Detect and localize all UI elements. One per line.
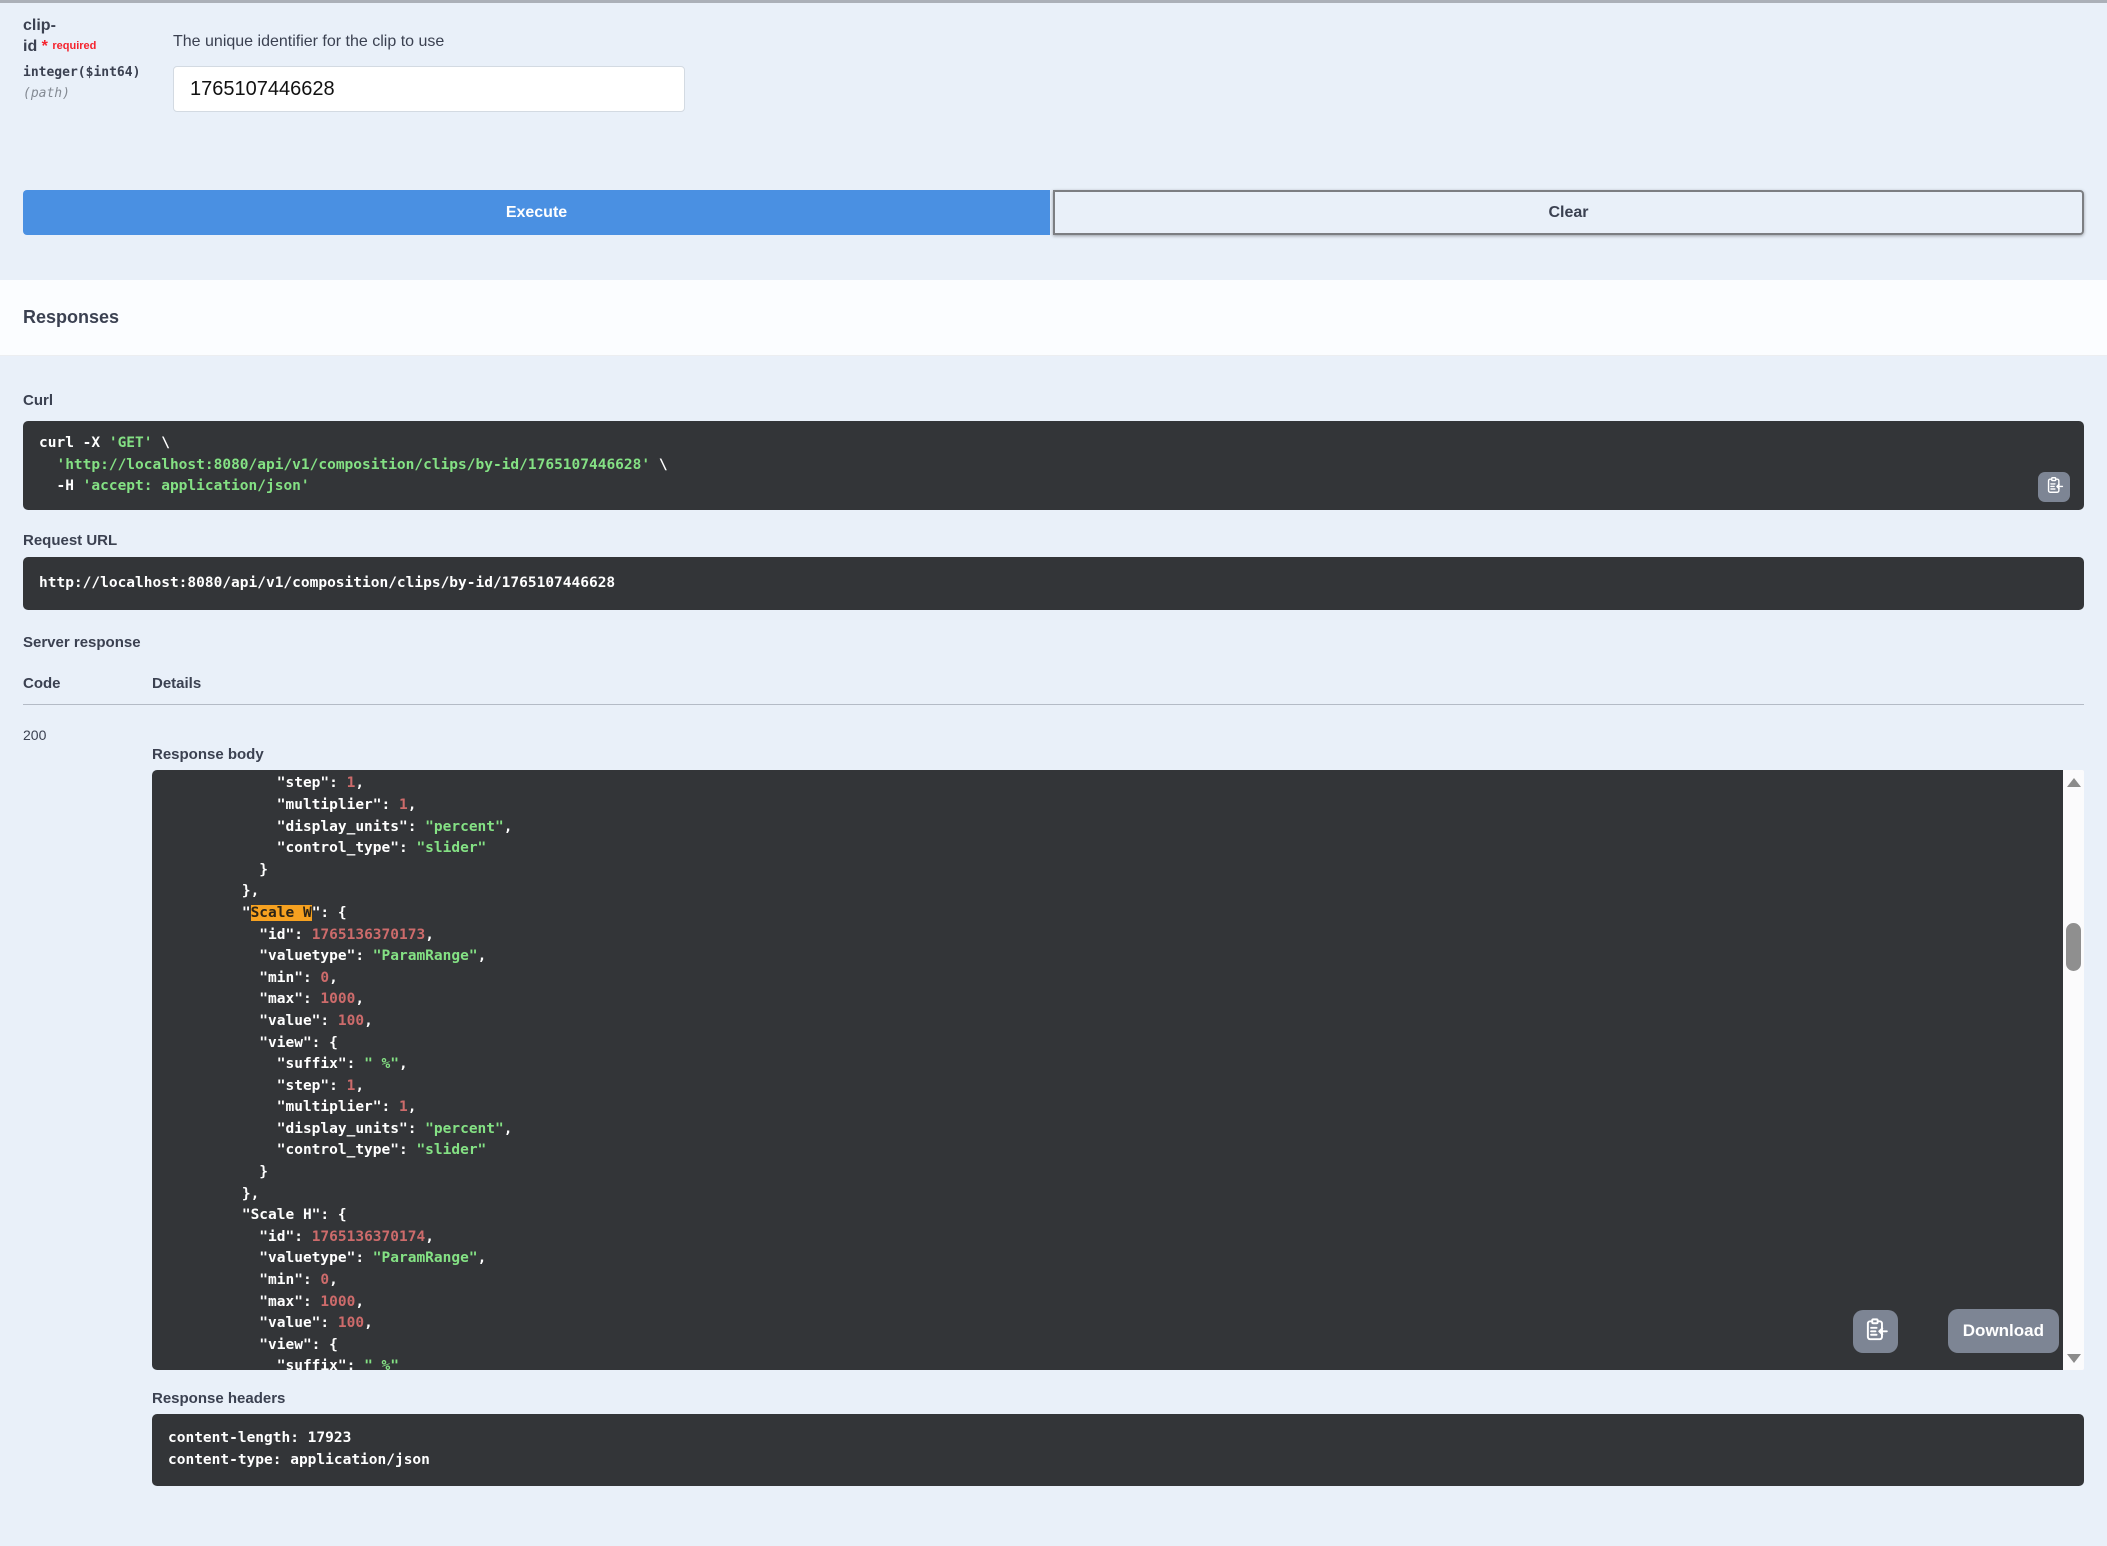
response-body-code-block: "step": 1, "multiplier": 1, "display_uni… bbox=[152, 770, 2063, 1371]
responses-header-band: Responses bbox=[0, 280, 2107, 356]
required-label: required bbox=[52, 40, 97, 52]
parameter-name: clip- id * required bbox=[23, 15, 173, 57]
code-column-header: Code bbox=[23, 675, 61, 693]
response-headers-block: content-length: 17923 content-type: appli… bbox=[152, 1414, 2084, 1486]
server-response-table: Code Details 200 Response body "step": 1… bbox=[23, 675, 2084, 1486]
parameter-location: (path) bbox=[23, 86, 70, 101]
scrollbar-thumb[interactable] bbox=[2066, 923, 2081, 972]
server-response-label: Server response bbox=[23, 634, 141, 652]
responses-content: Curl curl -X 'GET' \ 'http://localhost:8… bbox=[0, 392, 2107, 1486]
copy-response-button[interactable] bbox=[1853, 1310, 1898, 1354]
curl-label: Curl bbox=[23, 392, 53, 409]
response-body-wrap: "step": 1, "multiplier": 1, "display_uni… bbox=[152, 770, 2084, 1371]
required-star: * bbox=[41, 38, 48, 55]
clear-button[interactable]: Clear bbox=[1053, 190, 2084, 235]
clip-id-input[interactable] bbox=[173, 66, 685, 112]
copy-to-clipboard-icon bbox=[2045, 476, 2064, 498]
status-code: 200 bbox=[23, 727, 47, 744]
table-row: 200 Response body "step": 1, "multiplier… bbox=[23, 705, 2084, 1486]
response-body-scrollbar[interactable] bbox=[2063, 770, 2084, 1371]
request-url-value: http://localhost:8080/api/v1/composition… bbox=[39, 574, 616, 591]
details-column-header: Details bbox=[152, 675, 202, 693]
curl-command: curl -X 'GET' \ 'http://localhost:8080/a… bbox=[39, 435, 668, 495]
copy-to-clipboard-icon bbox=[1863, 1317, 1889, 1346]
execute-row: Execute Clear bbox=[23, 190, 2084, 235]
response-body-label: Response body bbox=[152, 746, 264, 764]
parameter-type: integer($int64) bbox=[23, 65, 141, 80]
scrollbar-down-arrow[interactable] bbox=[2063, 1348, 2084, 1368]
download-button[interactable]: Download bbox=[1947, 1309, 2059, 1354]
parameter-name-line2: id bbox=[23, 38, 38, 55]
swagger-operation-panel: clip- id * required integer($int64) (pat… bbox=[0, 0, 2107, 1546]
curl-code-block: curl -X 'GET' \ 'http://localhost:8080/a… bbox=[23, 421, 2084, 510]
responses-title: Responses bbox=[23, 307, 120, 327]
copy-curl-button[interactable] bbox=[2038, 471, 2070, 502]
request-url-label: Request URL bbox=[23, 531, 118, 549]
execute-button[interactable]: Execute bbox=[23, 190, 1050, 235]
parameter-description: The unique identifier for the clip to us… bbox=[173, 33, 445, 50]
parameter-name-line1: clip- bbox=[23, 17, 56, 34]
request-url-block: http://localhost:8080/api/v1/composition… bbox=[23, 556, 2084, 611]
parameters-section: clip- id * required integer($int64) (pat… bbox=[0, 0, 2107, 112]
scrollbar-up-arrow[interactable] bbox=[2063, 772, 2084, 792]
response-headers-label: Response headers bbox=[152, 1390, 286, 1408]
